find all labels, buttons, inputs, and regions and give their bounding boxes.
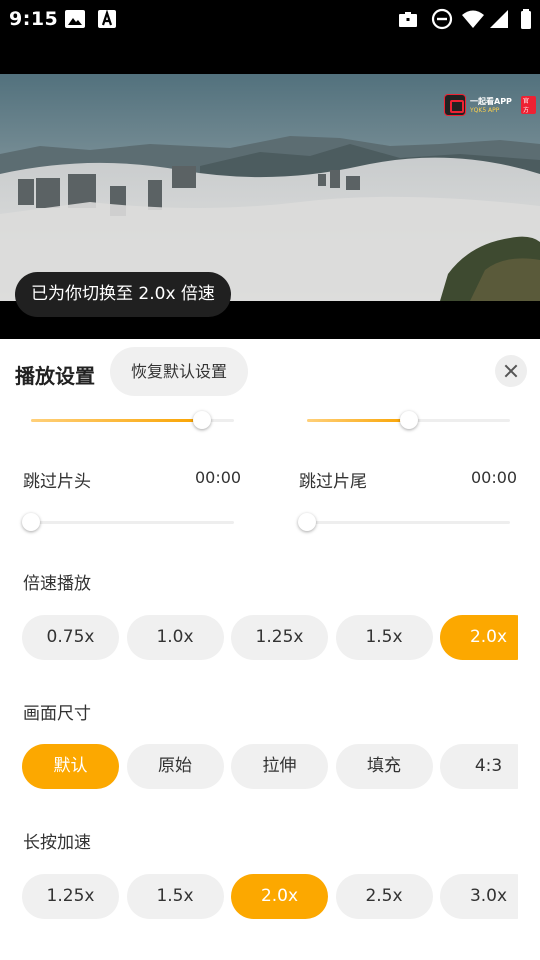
long-press-option-chip[interactable]: 2.0x	[231, 874, 328, 919]
logo-subtitle: YQK5 APP	[470, 107, 500, 114]
brightness-slider[interactable]	[31, 410, 234, 430]
long-press-option-chip[interactable]: 1.5x	[126, 874, 224, 919]
skip-outro-label: 跳过片尾	[299, 472, 367, 492]
reset-defaults-button[interactable]: 恢复默认设置	[110, 347, 248, 396]
wifi-icon	[462, 10, 484, 28]
skip-intro-value: 00:00	[195, 468, 242, 487]
sheet-title: 播放设置	[15, 364, 95, 388]
app-watermark-logo: 一起看APP YQK5 APP 官方	[444, 94, 536, 118]
long-press-option-chip[interactable]: 2.5x	[335, 874, 433, 919]
aspect-section-label: 画面尺寸	[23, 704, 91, 724]
aspect-options: 默认 原始 拉伸 填充 4:3	[22, 744, 518, 789]
long-press-option-chip[interactable]: 3.0x	[440, 874, 518, 919]
status-time: 9:15	[9, 8, 59, 30]
volume-slider[interactable]	[307, 410, 510, 430]
skip-outro-slider[interactable]	[298, 512, 510, 532]
do-not-disturb-icon	[431, 8, 453, 30]
font-notification-icon	[98, 9, 116, 28]
aspect-option-chip[interactable]: 拉伸	[231, 744, 328, 789]
battery-icon	[521, 9, 531, 29]
long-press-options: 1.25x 1.5x 2.0x 2.5x 3.0x	[22, 874, 518, 919]
speed-option-chip[interactable]: 2.0x	[440, 615, 518, 660]
logo-badge: 官方	[521, 96, 536, 114]
slider-thumb[interactable]	[298, 513, 316, 531]
image-notification-icon	[65, 10, 85, 28]
slider-thumb[interactable]	[22, 513, 40, 531]
aspect-option-chip[interactable]: 4:3	[440, 744, 518, 789]
skip-intro-label: 跳过片头	[23, 472, 91, 492]
close-icon[interactable]	[495, 355, 527, 387]
slider-track	[31, 521, 234, 524]
signal-icon	[490, 10, 508, 28]
skip-outro-value: 00:00	[471, 468, 518, 487]
skip-intro-slider[interactable]	[22, 512, 234, 532]
aspect-option-chip[interactable]: 填充	[335, 744, 433, 789]
speed-options: 0.75x 1.0x 1.25x 1.5x 2.0x	[22, 615, 518, 660]
slider-track	[307, 521, 510, 524]
speed-section-label: 倍速播放	[23, 574, 91, 594]
slider-fill	[307, 419, 409, 422]
work-profile-icon	[399, 12, 417, 27]
speed-option-chip[interactable]: 1.5x	[335, 615, 433, 660]
app-logo-icon	[444, 94, 466, 116]
long-press-option-chip[interactable]: 1.25x	[22, 874, 119, 919]
aspect-option-chip[interactable]: 默认	[22, 744, 119, 789]
video-player[interactable]: 一起看APP YQK5 APP 官方	[0, 74, 540, 301]
speed-option-chip[interactable]: 1.0x	[126, 615, 224, 660]
slider-fill	[31, 419, 202, 422]
speed-option-chip[interactable]: 0.75x	[22, 615, 119, 660]
status-bar: 9:15	[0, 0, 540, 38]
slider-thumb[interactable]	[193, 411, 211, 429]
aspect-option-chip[interactable]: 原始	[126, 744, 224, 789]
speed-toast: 已为你切换至 2.0x 倍速	[15, 272, 231, 317]
slider-thumb[interactable]	[400, 411, 418, 429]
long-press-section-label: 长按加速	[23, 833, 91, 853]
speed-option-chip[interactable]: 1.25x	[231, 615, 328, 660]
playback-settings-sheet: 播放设置 恢复默认设置 跳过片头 00:00 跳过片尾 00:00 倍速播放 0…	[0, 339, 540, 960]
logo-title: 一起看APP	[470, 97, 512, 106]
